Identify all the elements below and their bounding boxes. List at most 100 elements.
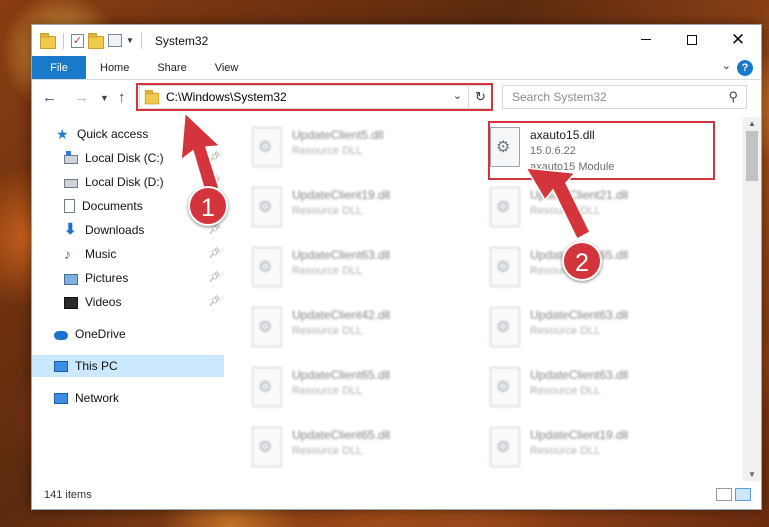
sidebar-item-label: Downloads bbox=[85, 223, 145, 237]
scroll-down-icon[interactable]: ▼ bbox=[748, 470, 756, 479]
file-item[interactable]: UpdateClient65.dll Resource DLL bbox=[228, 363, 453, 421]
maximize-icon bbox=[687, 34, 697, 45]
title-bar: ✓ ▼ System32 ✕ bbox=[32, 25, 761, 56]
sidebar-item-downloads[interactable]: ⬇ Downloads 📌︎ bbox=[32, 219, 224, 241]
sidebar-item-label: Local Disk (D:) bbox=[85, 175, 164, 189]
sidebar-item-music[interactable]: ♪ Music 📌︎ bbox=[32, 243, 224, 265]
pin-icon[interactable]: 📌︎ bbox=[208, 296, 221, 307]
file-type: Resource DLL bbox=[530, 445, 601, 457]
file-type: Resource DLL bbox=[292, 205, 363, 217]
dll-file-icon bbox=[252, 247, 282, 287]
file-name: UpdateClient19.dll bbox=[530, 428, 629, 442]
sidebar-item-label: Documents bbox=[82, 199, 143, 213]
forward-arrow-icon[interactable]: → bbox=[74, 89, 89, 106]
scrollbar-thumb[interactable] bbox=[746, 131, 758, 181]
dll-file-icon bbox=[490, 187, 520, 227]
file-item[interactable]: UpdateClient21.dll Resource DLL bbox=[466, 183, 691, 241]
file-type: Resource DLL bbox=[530, 325, 601, 337]
pin-icon[interactable]: 📌︎ bbox=[208, 248, 221, 259]
pin-icon[interactable]: 📌︎ bbox=[208, 272, 221, 283]
expand-ribbon-icon[interactable]: ⌄ bbox=[722, 59, 731, 72]
ribbon-tabs: File Home Share View ⌄ ? bbox=[32, 56, 761, 80]
view-toggle bbox=[716, 488, 751, 501]
file-type: Resource DLL bbox=[292, 385, 363, 397]
file-name: UpdateClient63.dll bbox=[292, 248, 391, 262]
file-name: UpdateClient63.dll bbox=[530, 368, 629, 382]
downloads-icon: ⬇ bbox=[64, 221, 77, 238]
chevron-down-icon[interactable]: ▼ bbox=[126, 36, 134, 45]
file-item[interactable]: UpdateClient65.dll Resource DLL bbox=[228, 423, 453, 481]
large-icons-view-icon[interactable] bbox=[735, 488, 751, 501]
file-item[interactable]: UpdateClient19.dll Resource DLL bbox=[228, 183, 453, 241]
file-type: Resource DLL bbox=[530, 205, 601, 217]
music-icon: ♪ bbox=[64, 246, 71, 262]
maximize-button[interactable] bbox=[669, 25, 715, 54]
file-name: UpdateClient65.dll bbox=[292, 368, 391, 382]
file-type: Resource DLL bbox=[530, 385, 601, 397]
sidebar-item-onedrive[interactable]: OneDrive bbox=[32, 323, 224, 345]
dll-file-icon bbox=[252, 427, 282, 467]
onedrive-icon bbox=[54, 331, 68, 340]
scroll-up-icon[interactable]: ▲ bbox=[748, 119, 756, 128]
sidebar-item-pictures[interactable]: Pictures 📌︎ bbox=[32, 267, 224, 289]
file-item[interactable]: UpdateClient63.dll Resource DLL bbox=[466, 363, 691, 421]
file-item[interactable]: UpdateClient42.dll Resource DLL bbox=[228, 303, 453, 361]
minimize-button[interactable] bbox=[623, 25, 669, 54]
file-name: UpdateClient5.dll bbox=[292, 128, 384, 142]
file-item[interactable]: UpdateClient19.dll Resource DLL bbox=[466, 423, 691, 481]
file-item[interactable]: UpdateClient63.dll Resource DLL bbox=[228, 243, 453, 301]
sidebar-item-local-disk-c[interactable]: Local Disk (C:) 📌︎ bbox=[32, 147, 224, 169]
address-bar-highlight bbox=[136, 83, 493, 111]
search-placeholder: Search System32 bbox=[512, 90, 607, 104]
file-name: UpdateClient65.dll bbox=[292, 428, 391, 442]
documents-icon bbox=[64, 199, 75, 213]
sidebar-item-this-pc[interactable]: This PC bbox=[32, 355, 224, 377]
file-type: Resource DLL bbox=[292, 145, 363, 157]
sidebar-item-label: Quick access bbox=[77, 127, 149, 141]
tab-file[interactable]: File bbox=[32, 56, 86, 79]
tab-share[interactable]: Share bbox=[143, 56, 200, 79]
sidebar-item-quick-access[interactable]: ★ Quick access bbox=[32, 123, 224, 145]
close-icon: ✕ bbox=[730, 29, 746, 49]
search-icon[interactable]: ⚲ bbox=[728, 89, 738, 105]
file-type: Resource DLL bbox=[292, 445, 363, 457]
up-arrow-icon[interactable]: ↑ bbox=[118, 89, 126, 106]
file-highlight bbox=[488, 121, 715, 180]
details-view-icon[interactable] bbox=[716, 488, 732, 501]
file-name: UpdateClient19.dll bbox=[292, 188, 391, 202]
sidebar-item-network[interactable]: Network bbox=[32, 387, 224, 409]
step-1-badge: 1 bbox=[188, 186, 228, 226]
this-pc-icon bbox=[54, 361, 68, 372]
videos-icon bbox=[64, 296, 78, 309]
toolbar-divider bbox=[140, 32, 142, 49]
caption-buttons: ✕ bbox=[623, 25, 761, 54]
back-arrow-icon[interactable]: ← bbox=[42, 89, 57, 106]
recent-locations-chevron-icon[interactable]: ▼ bbox=[100, 93, 109, 103]
tab-view[interactable]: View bbox=[201, 56, 253, 79]
tab-home[interactable]: Home bbox=[86, 56, 143, 79]
sidebar-item-label: This PC bbox=[75, 359, 118, 373]
vertical-scrollbar[interactable]: ▲ ▼ bbox=[743, 117, 761, 481]
dll-file-icon bbox=[490, 367, 520, 407]
sidebar-item-videos[interactable]: Videos 📌︎ bbox=[32, 291, 224, 313]
sidebar-item-label: Network bbox=[75, 391, 120, 405]
properties-check-icon[interactable]: ✓ bbox=[71, 33, 84, 48]
close-button[interactable]: ✕ bbox=[715, 25, 761, 54]
file-item[interactable]: UpdateClient63.dll Resource DLL bbox=[466, 303, 691, 361]
sidebar-item-label: Music bbox=[85, 247, 117, 261]
sidebar-item-label: Local Disk (C:) bbox=[85, 151, 164, 165]
folder-icon[interactable] bbox=[40, 32, 56, 49]
navigation-pane: ★ Quick access Local Disk (C:) 📌︎ Local … bbox=[32, 117, 228, 481]
toolbar-divider bbox=[63, 32, 64, 49]
customize-icon[interactable] bbox=[108, 34, 122, 47]
sidebar-item-label: Videos bbox=[85, 295, 122, 309]
dll-file-icon bbox=[490, 427, 520, 467]
search-input[interactable]: Search System32 ⚲ bbox=[502, 85, 747, 109]
sidebar-item-label: OneDrive bbox=[75, 327, 126, 341]
star-icon: ★ bbox=[56, 126, 69, 142]
minimize-icon bbox=[641, 39, 651, 40]
new-folder-icon[interactable] bbox=[88, 32, 104, 49]
help-icon[interactable]: ? bbox=[737, 60, 753, 76]
pin-icon[interactable]: 📌︎ bbox=[208, 152, 221, 163]
file-item[interactable]: UpdateClient5.dll Resource DLL bbox=[228, 123, 453, 181]
